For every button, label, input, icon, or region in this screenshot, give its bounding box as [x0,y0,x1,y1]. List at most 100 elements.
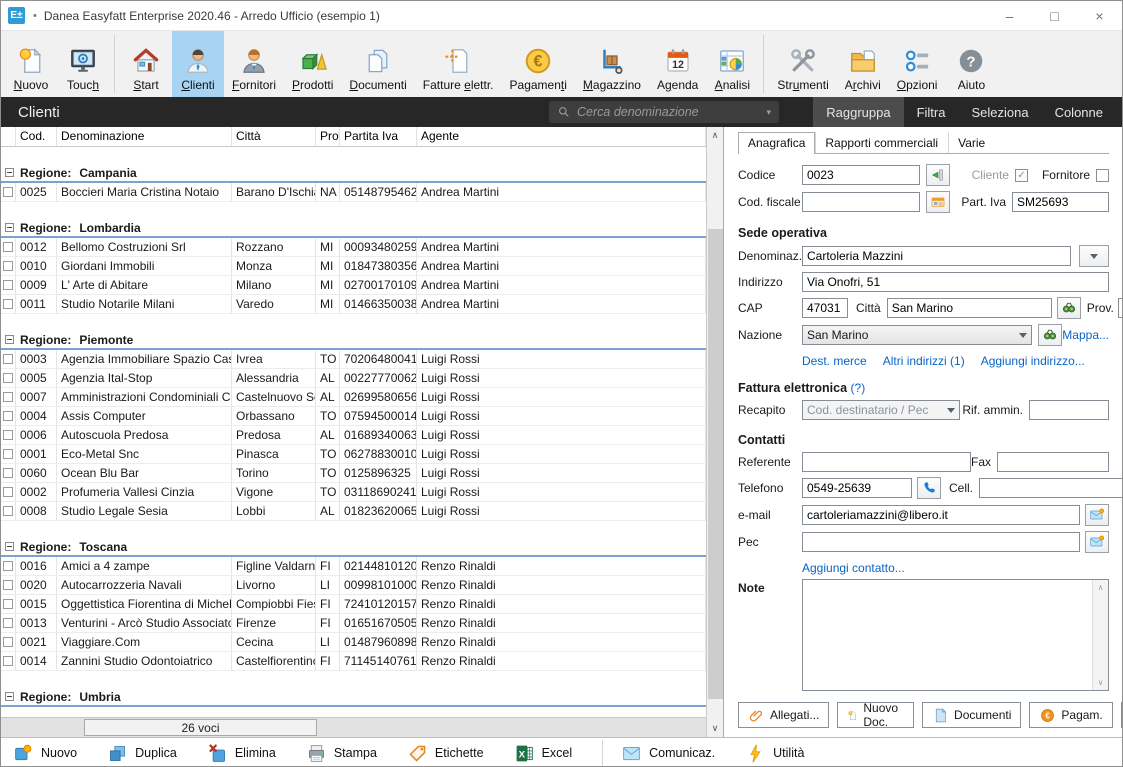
column-header-5[interactable]: Agente [417,127,706,146]
pagam-button[interactable]: €Pagam. [1029,702,1112,728]
rif-ammin-field[interactable] [1029,400,1109,420]
bottom-toolbar-item-elimina[interactable]: Elimina [207,743,276,764]
row-checkbox[interactable] [3,656,13,666]
row-checkbox[interactable] [3,392,13,402]
prov-field[interactable] [1118,298,1123,318]
documenti-button[interactable]: Documenti [922,702,1021,728]
bottom-toolbar-item-comunicaz[interactable]: Comunicaz. [621,743,715,764]
raggruppa-button[interactable]: Raggruppa [813,97,903,127]
cod-fiscale-field[interactable] [802,192,920,212]
toolbar-item-opzioni[interactable]: Opzioni [889,31,946,97]
column-header-2[interactable]: Città [232,127,316,146]
denominaz-dropdown-button[interactable] [1079,245,1109,267]
telefono-field[interactable] [802,478,912,498]
collapse-icon[interactable] [5,692,14,701]
row-checkbox[interactable] [3,280,13,290]
row-checkbox[interactable] [3,449,13,459]
scroll-up-button[interactable]: ∧ [707,127,723,144]
search-dropdown-icon[interactable]: ▾ [762,107,775,118]
codice-field[interactable] [802,165,920,185]
mappa-link[interactable]: Mappa... [1062,328,1109,342]
search-box[interactable]: ▾ [549,101,779,123]
row-checkbox[interactable] [3,242,13,252]
bottom-toolbar-item-excel[interactable]: XExcel [514,743,573,764]
indirizzo-field[interactable] [802,272,1109,292]
toolbar-item-agenda[interactable]: 12Agenda [649,31,706,97]
row-checkbox[interactable] [3,411,13,421]
altri-indirizzi-link[interactable]: Altri indirizzi (1) [883,354,965,368]
maximize-button[interactable]: □ [1032,1,1077,30]
toolbar-item-prodotti[interactable]: Prodotti [284,31,341,97]
toolbar-item-magazzino[interactable]: Magazzino [575,31,649,97]
bottom-toolbar-item-duplica[interactable]: Duplica [107,743,177,764]
close-button[interactable]: × [1077,1,1122,30]
toolbar-item-documenti[interactable]: Documenti [341,31,414,97]
table-row[interactable]: 0008Studio Legale SesiaLobbiAL0182362006… [1,502,706,521]
row-checkbox[interactable] [3,580,13,590]
row-checkbox[interactable] [3,487,13,497]
toolbar-item-start[interactable]: Start [120,31,172,97]
nazione-search-button[interactable] [1038,324,1062,346]
row-checkbox[interactable] [3,468,13,478]
note-textarea[interactable] [803,580,1091,690]
table-row[interactable]: 0020Autocarrozzeria NavaliLivornoLI00998… [1,576,706,595]
toolbar-item-strumenti[interactable]: Strumenti [769,31,836,97]
row-checkbox[interactable] [3,561,13,571]
table-row[interactable]: 0010Giordani ImmobiliMonzaMI01847380356A… [1,257,706,276]
pec-send-button[interactable] [1085,531,1109,553]
bottom-toolbar-item-nuovo[interactable]: Nuovo [13,743,77,764]
horizontal-scroll-thumb[interactable]: 26 voci [84,719,317,736]
nazione-select[interactable]: San Marino [802,325,1032,345]
table-row[interactable]: 0015Oggettistica Fiorentina di Michele S… [1,595,706,614]
table-row[interactable]: 0060Ocean Blu BarTorinoTO0125896325Luigi… [1,464,706,483]
tab-varie[interactable]: Varie [948,132,995,153]
table-row[interactable]: 0009L' Arte di AbitareMilanoMI0270017010… [1,276,706,295]
fornitore-checkbox[interactable] [1096,169,1109,182]
column-header-3[interactable]: Prov [316,127,340,146]
toolbar-item-clienti[interactable]: Clienti [172,31,224,97]
column-header-4[interactable]: Partita Iva [340,127,417,146]
table-row[interactable]: 0007Amministrazioni Condominiali Casteln… [1,388,706,407]
toolbar-item-analisi[interactable]: Analisi [706,31,758,97]
toolbar-item-touch[interactable]: Touch [57,31,109,97]
cliente-checkbox[interactable]: ✓ [1015,169,1028,182]
pec-field[interactable] [802,532,1080,552]
dest-merce-link[interactable]: Dest. merce [802,354,867,368]
citta-search-button[interactable] [1057,297,1081,319]
bottom-toolbar-item-utilita[interactable]: Utilità [745,743,804,764]
table-row[interactable]: 0021Viaggiare.ComCecinaLI01487960898Renz… [1,633,706,652]
row-checkbox[interactable] [3,299,13,309]
row-checkbox[interactable] [3,261,13,271]
cod-fiscale-calc-button[interactable] [926,191,950,213]
recapito-select[interactable]: Cod. destinatario / Pec [802,400,960,420]
part-iva-field[interactable] [1012,192,1109,212]
table-row[interactable]: 0003Agenzia Immobiliare Spazio CasaIvrea… [1,350,706,369]
table-row[interactable]: 0004Assis ComputerOrbassanoTO07594500014… [1,407,706,426]
note-scrollbar[interactable]: ∧ ∨ [1092,580,1108,690]
table-row[interactable]: 0011Studio Notarile MilaniVaredoMI014663… [1,295,706,314]
minimize-button[interactable]: – [987,1,1032,30]
denominaz-field[interactable] [802,246,1071,266]
referente-field[interactable] [802,452,971,472]
row-checkbox[interactable] [3,506,13,516]
tab-rapporti-commerciali[interactable]: Rapporti commerciali [815,132,948,153]
search-input[interactable] [577,105,762,119]
fe-help-link[interactable]: (?) [851,381,866,395]
table-row[interactable]: 0002Profumeria Vallesi CinziaVigoneTO031… [1,483,706,502]
collapse-icon[interactable] [5,168,14,177]
toolbar-item-nuovo[interactable]: Nuovo [5,31,57,97]
bottom-toolbar-item-etichette[interactable]: Etichette [407,743,484,764]
toolbar-item-fatture-elettr[interactable]: Fatture elettr. [415,31,502,97]
select-column-header[interactable] [1,127,16,146]
toolbar-item-fornitori[interactable]: Fornitori [224,31,284,97]
table-row[interactable]: 0025Boccieri Maria Cristina NotaioBarano… [1,183,706,202]
row-checkbox[interactable] [3,637,13,647]
scroll-down-button[interactable]: ∨ [707,720,723,737]
row-checkbox[interactable] [3,618,13,628]
filtra-button[interactable]: Filtra [904,97,959,127]
allegati-button[interactable]: Allegati... [738,702,829,728]
citta-field[interactable] [887,298,1052,318]
table-row[interactable]: 0016Amici a 4 zampeFigline ValdarnoFI021… [1,557,706,576]
email-field[interactable] [802,505,1080,525]
table-row[interactable]: 0006Autoscuola PredosaPredosaAL016893400… [1,426,706,445]
